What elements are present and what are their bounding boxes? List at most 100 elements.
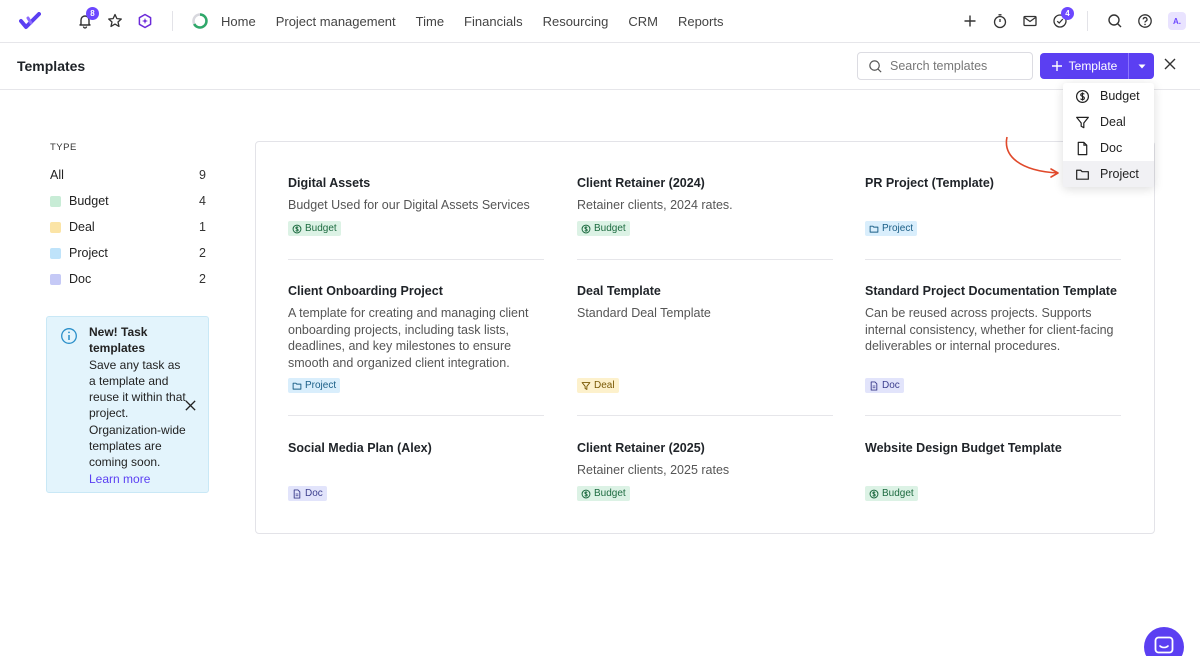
- folder-icon: [1076, 169, 1089, 180]
- timer-button[interactable]: [985, 6, 1015, 36]
- progress-ring-button[interactable]: [185, 6, 215, 36]
- main-nav-links: Home Project management Time Financials …: [221, 14, 743, 29]
- dollar-circle-icon: [581, 224, 591, 233]
- plus-icon: [1051, 61, 1062, 71]
- menu-item-label: Deal: [1100, 115, 1126, 129]
- menu-item-doc[interactable]: Doc: [1063, 135, 1154, 161]
- help-button[interactable]: [1130, 6, 1160, 36]
- folder-icon: [292, 382, 302, 390]
- dollar-circle-icon: [292, 224, 302, 233]
- type-filter-count: 2: [199, 246, 206, 260]
- search-input[interactable]: [890, 59, 1020, 73]
- templates-grid: Digital Assets Budget Used for our Digit…: [255, 141, 1155, 534]
- type-filter-heading: TYPE: [50, 142, 77, 153]
- stopwatch-icon: [993, 14, 1007, 29]
- tasks-badge: 4: [1061, 7, 1074, 20]
- progress-ring-icon: [192, 13, 208, 29]
- deal-swatch: [50, 221, 61, 233]
- mail-icon: [1023, 15, 1037, 27]
- nav-financials[interactable]: Financials: [464, 14, 523, 29]
- nav-home[interactable]: Home: [221, 14, 256, 29]
- menu-item-project[interactable]: Project: [1063, 161, 1154, 187]
- template-card[interactable]: Digital Assets Budget Used for our Digit…: [288, 176, 544, 214]
- type-filter-doc[interactable]: Doc 2: [50, 266, 206, 292]
- template-title: Social Media Plan (Alex): [288, 441, 432, 455]
- type-filter-label: All: [50, 168, 64, 182]
- template-title: Client Onboarding Project: [288, 284, 443, 298]
- template-type-dropdown-toggle[interactable]: [1128, 53, 1154, 79]
- type-filter-label: Budget: [69, 194, 109, 208]
- type-filter-list: All 9 Budget 4 Deal 1 Project 2 Doc 2: [50, 162, 206, 292]
- type-filter-count: 2: [199, 272, 206, 286]
- notifications-button[interactable]: 8: [70, 6, 100, 36]
- hexagon-sparkle-icon: [138, 13, 152, 29]
- type-filter-budget[interactable]: Budget 4: [50, 188, 206, 214]
- tag-label: Deal: [594, 380, 615, 391]
- tag-label: Doc: [882, 380, 900, 391]
- tag-label: Budget: [594, 223, 626, 234]
- type-filter-project[interactable]: Project 2: [50, 240, 206, 266]
- template-card[interactable]: Standard Project Documentation Template …: [865, 284, 1121, 355]
- template-card[interactable]: Client Onboarding Project A template for…: [288, 284, 544, 371]
- template-card[interactable]: Social Media Plan (Alex): [288, 441, 544, 462]
- nav-project-management[interactable]: Project management: [276, 14, 396, 29]
- nav-resourcing[interactable]: Resourcing: [543, 14, 609, 29]
- menu-item-label: Doc: [1100, 141, 1123, 155]
- star-icon: [108, 13, 122, 28]
- template-description: A template for creating and managing cli…: [288, 306, 529, 370]
- template-card[interactable]: Deal Template Standard Deal Template: [577, 284, 833, 322]
- type-filter-count: 4: [199, 194, 206, 208]
- favorites-button[interactable]: [100, 6, 130, 36]
- budget-tag: Budget: [288, 221, 341, 236]
- info-banner-body: Save any task as a template and reuse it…: [89, 357, 186, 470]
- tag-label: Project: [305, 380, 337, 391]
- template-card[interactable]: Website Design Budget Template: [865, 441, 1121, 462]
- template-type-menu: Budget Deal Doc Project: [1063, 83, 1154, 187]
- new-template-button[interactable]: Template: [1040, 53, 1128, 79]
- annotation-arrow-icon: [1005, 136, 1059, 178]
- template-split-button: Template: [1040, 53, 1154, 79]
- search-icon: [869, 59, 882, 73]
- global-search-button[interactable]: [1100, 6, 1130, 36]
- type-filter-count: 1: [199, 220, 206, 234]
- ai-assistant-button[interactable]: [130, 6, 160, 36]
- type-filter-deal[interactable]: Deal 1: [50, 214, 206, 240]
- dismiss-banner-button[interactable]: [184, 399, 197, 417]
- template-title: Digital Assets: [288, 176, 371, 190]
- tag-label: Project: [882, 223, 914, 234]
- app-logo[interactable]: [18, 9, 42, 33]
- budget-tag: Budget: [865, 486, 918, 501]
- close-icon: [185, 400, 196, 411]
- chat-support-button[interactable]: [1144, 627, 1184, 656]
- template-card[interactable]: Client Retainer (2024) Retainer clients,…: [577, 176, 833, 214]
- template-title: Client Retainer (2024): [577, 176, 705, 190]
- project-tag: Project: [865, 221, 918, 236]
- user-avatar[interactable]: A.: [1168, 12, 1186, 30]
- template-description: Retainer clients, 2024 rates.: [577, 198, 733, 212]
- document-icon: [1077, 141, 1088, 155]
- funnel-icon: [1076, 116, 1089, 128]
- close-templates-button[interactable]: [1163, 57, 1177, 76]
- create-button[interactable]: [955, 6, 985, 36]
- nav-crm[interactable]: CRM: [628, 14, 658, 29]
- logo-check-icon: [19, 12, 41, 29]
- nav-time[interactable]: Time: [416, 14, 444, 29]
- menu-item-budget[interactable]: Budget: [1063, 83, 1154, 109]
- menu-item-deal[interactable]: Deal: [1063, 109, 1154, 135]
- task-templates-info-banner: New! Task templates Save any task as a t…: [46, 316, 209, 493]
- search-box[interactable]: [857, 52, 1033, 80]
- notifications-badge: 8: [86, 7, 99, 20]
- tag-label: Doc: [305, 488, 323, 499]
- tasks-button[interactable]: 4: [1045, 6, 1075, 36]
- inbox-button[interactable]: [1015, 6, 1045, 36]
- learn-more-link[interactable]: Learn more: [89, 471, 189, 487]
- nav-reports[interactable]: Reports: [678, 14, 724, 29]
- info-banner-text: New! Task templates Save any task as a t…: [89, 324, 189, 487]
- template-card[interactable]: Client Retainer (2025) Retainer clients,…: [577, 441, 833, 479]
- budget-tag: Budget: [577, 486, 630, 501]
- new-template-label: Template: [1068, 59, 1118, 73]
- nav-divider: [172, 11, 173, 31]
- type-filter-all[interactable]: All 9: [50, 162, 206, 188]
- caret-down-icon: [1138, 64, 1145, 68]
- template-description: Can be reused across projects. Supports …: [865, 306, 1114, 353]
